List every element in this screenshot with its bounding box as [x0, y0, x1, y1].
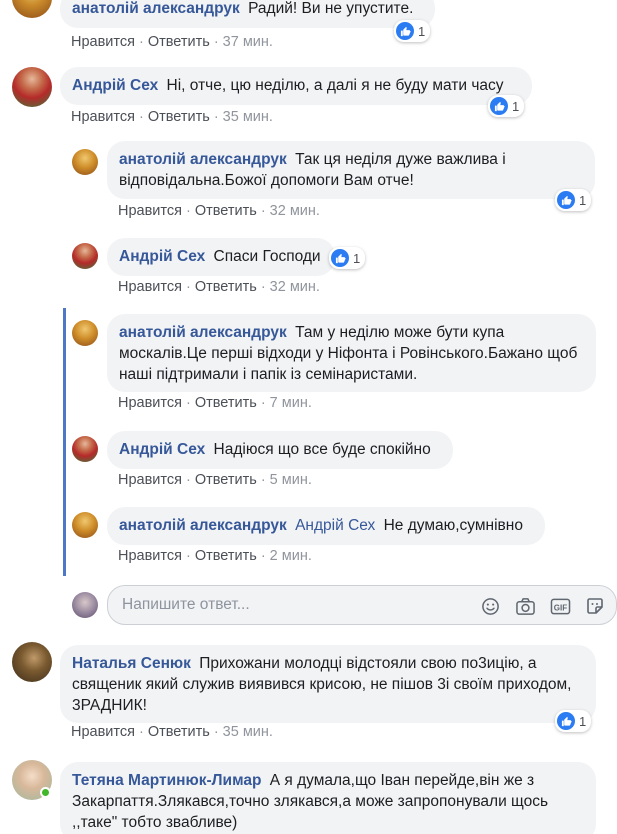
reaction-count: 1 — [418, 23, 426, 39]
comment-actions: Нравится · Ответить · 35 мин. — [71, 109, 273, 125]
like-link[interactable]: Нравится — [71, 109, 135, 125]
composer-toolbar: GIF — [479, 595, 606, 617]
reply-link[interactable]: Ответить — [195, 279, 257, 295]
gif-icon[interactable]: GIF — [549, 595, 571, 617]
comment-bubble: анатолій александрук Так ця неділя дуже … — [107, 141, 595, 199]
reaction-badge[interactable]: 1 — [394, 20, 431, 42]
camera-icon[interactable] — [514, 595, 536, 617]
comment-bubble: анатолій александрук Радий! Ви не упусти… — [60, 0, 435, 28]
like-link[interactable]: Нравится — [71, 34, 135, 50]
comment-text: Ні, отче, цю неділю, а далі я не буду ма… — [166, 77, 504, 94]
comment-author[interactable]: Андрій Сех — [119, 248, 205, 265]
gif-label: GIF — [553, 603, 567, 612]
comment-author[interactable]: анатолій александрук — [72, 0, 240, 17]
comment-actions: Нравится · Ответить · 2 мин. — [118, 548, 312, 564]
comment-author[interactable]: анатолій александрук — [119, 324, 287, 341]
like-link[interactable]: Нравится — [118, 279, 182, 295]
comment-time[interactable]: 32 мин. — [270, 279, 320, 295]
reaction-badge[interactable]: 1 — [488, 95, 525, 117]
reply-link[interactable]: Ответить — [195, 395, 257, 411]
reaction-count: 1 — [353, 250, 361, 266]
comment-bubble: анатолій александрук Андрій Сех Не думаю… — [107, 507, 545, 545]
thumbs-up-icon — [490, 97, 508, 115]
sticker-icon[interactable] — [584, 595, 606, 617]
avatar-natalia[interactable] — [12, 642, 52, 682]
comment-text: Не думаю,сумнівно — [383, 517, 523, 534]
comment-bubble: Андрій Сех Спаси Господи — [107, 238, 335, 276]
comment-actions: Нравится · Ответить · 37 мин. — [71, 34, 273, 50]
comment-author[interactable]: анатолій александрук — [119, 151, 287, 168]
avatar-anatolii[interactable] — [72, 512, 98, 538]
comment-bubble: Андрій Сех Надіюся що все буде спокійно — [107, 431, 453, 469]
avatar-anatolii[interactable] — [12, 0, 52, 18]
comment-author[interactable]: Андрій Сех — [72, 77, 158, 94]
comment-author[interactable]: Тетяна Мартинюк-Лимар — [72, 772, 261, 789]
comment-bubble: анатолій александрук Там у неділю може б… — [107, 314, 596, 392]
avatar-anatolii[interactable] — [72, 320, 98, 346]
avatar-andrii[interactable] — [72, 243, 98, 269]
reaction-badge[interactable]: 1 — [555, 189, 592, 211]
avatar-andrii[interactable] — [12, 67, 52, 107]
comment-mention[interactable]: Андрій Сех — [295, 517, 375, 534]
comment-time[interactable]: 32 мин. — [270, 203, 320, 219]
comment-time[interactable]: 2 мин. — [270, 548, 312, 564]
thumbs-up-icon — [557, 191, 575, 209]
comment-bubble: Тетяна Мартинюк-Лимар А я думала,що Іван… — [60, 762, 596, 834]
reaction-count: 1 — [579, 192, 587, 208]
reply-link[interactable]: Ответить — [195, 203, 257, 219]
online-status-indicator — [40, 787, 51, 798]
like-link[interactable]: Нравится — [118, 203, 182, 219]
like-link[interactable]: Нравится — [118, 548, 182, 564]
reaction-badge[interactable]: 1 — [555, 710, 592, 732]
avatar-andrii[interactable] — [72, 436, 98, 462]
current-user-avatar — [72, 592, 98, 618]
comment-actions: Нравится · Ответить · 32 мин. — [118, 203, 320, 219]
reply-link[interactable]: Ответить — [195, 472, 257, 488]
thumbs-up-icon — [396, 22, 414, 40]
comment-author[interactable]: Наталья Сенюк — [72, 655, 191, 672]
emoji-icon[interactable] — [479, 595, 501, 617]
comment-text: Спаси Господи — [213, 248, 321, 265]
thumbs-up-icon — [557, 712, 575, 730]
reply-link[interactable]: Ответить — [195, 548, 257, 564]
thread-highlight-bar — [63, 308, 66, 576]
reply-input[interactable] — [122, 596, 462, 614]
comment-time[interactable]: 7 мин. — [270, 395, 312, 411]
reaction-badge[interactable]: 1 — [329, 247, 366, 269]
comment-actions: Нравится · Ответить · 7 мин. — [118, 395, 312, 411]
avatar-anatolii[interactable] — [72, 149, 98, 175]
comment-author[interactable]: анатолій александрук — [119, 517, 287, 534]
like-link[interactable]: Нравится — [71, 724, 135, 740]
comment-bubble: Наталья Сенюк Прихожани молодці відстоял… — [60, 645, 596, 723]
comment-author[interactable]: Андрій Сех — [119, 441, 205, 458]
reaction-count: 1 — [512, 98, 520, 114]
reply-link[interactable]: Ответить — [148, 724, 210, 740]
comment-time[interactable]: 5 мин. — [270, 472, 312, 488]
comment-time[interactable]: 37 мин. — [223, 34, 273, 50]
comment-bubble: Андрій Сех Ні, отче, цю неділю, а далі я… — [60, 67, 532, 105]
comment-text: Надіюся що все буде спокійно — [213, 441, 431, 458]
thumbs-up-icon — [331, 249, 349, 267]
reply-link[interactable]: Ответить — [148, 34, 210, 50]
reply-link[interactable]: Ответить — [148, 109, 210, 125]
comment-actions: Нравится · Ответить · 32 мин. — [118, 279, 320, 295]
comment-actions: Нравится · Ответить · 35 мин. — [71, 724, 273, 740]
comment-actions: Нравится · Ответить · 5 мин. — [118, 472, 312, 488]
comment-text: Радий! Ви не упустите. — [248, 0, 414, 17]
reaction-count: 1 — [579, 713, 587, 729]
like-link[interactable]: Нравится — [118, 395, 182, 411]
reply-composer: GIF — [107, 585, 617, 625]
comment-time[interactable]: 35 мин. — [223, 724, 273, 740]
like-link[interactable]: Нравится — [118, 472, 182, 488]
comment-time[interactable]: 35 мин. — [223, 109, 273, 125]
